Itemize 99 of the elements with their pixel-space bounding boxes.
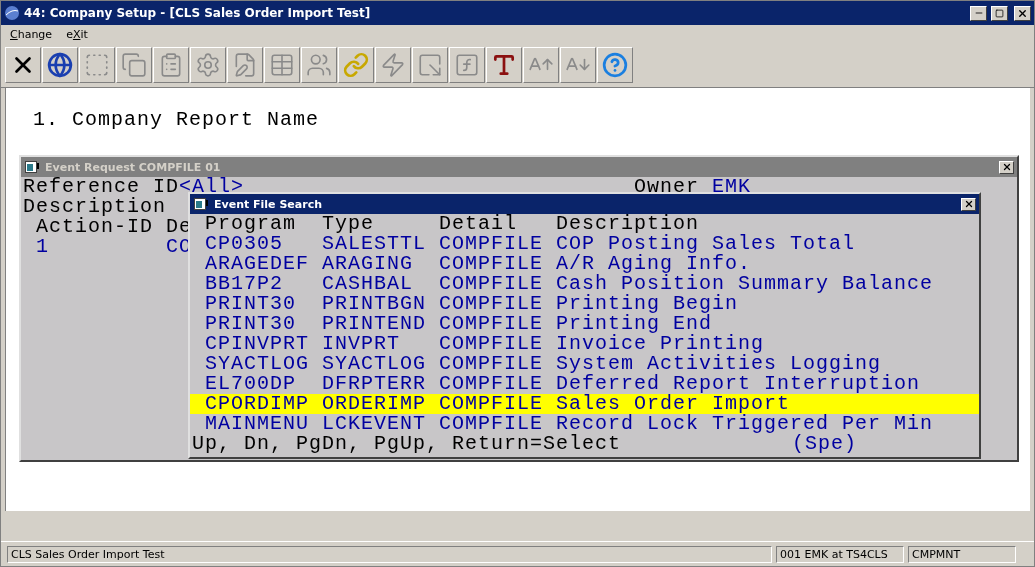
column-header: Program xyxy=(205,214,297,234)
table-cell-text: BB17P2 xyxy=(205,274,284,294)
column-header: Type xyxy=(322,214,375,234)
field-label: Description xyxy=(23,197,167,217)
menu-item[interactable]: Change xyxy=(10,27,53,41)
key-hint: Up, Dn, PgDn, PgUp, Return=Select xyxy=(192,434,623,454)
table-cell-text: Printing Begin xyxy=(556,294,739,314)
copy-icon xyxy=(121,52,147,78)
table-icon xyxy=(269,52,295,78)
table-cell-text: A/R Aging Info. xyxy=(556,254,753,274)
window-title: 44: Company Setup - [CLS Sales Order Import Test] xyxy=(24,6,372,20)
field-label: Owner xyxy=(634,177,699,197)
field-label: Reference ID xyxy=(23,177,179,197)
status-pane: CMPMNT xyxy=(908,545,1016,563)
list-row[interactable]: PRINT30 PRINTBGN COMPFILE Printing Begin xyxy=(190,294,979,314)
field-value: EMK xyxy=(712,177,752,197)
toolbar-button[interactable] xyxy=(486,47,522,83)
menu-item[interactable]: eXit xyxy=(66,27,88,41)
table-cell-text: PRINT30 xyxy=(205,294,297,314)
list-row[interactable]: CPINVPRT INVPRT COMPFILE Invoice Printing xyxy=(190,334,979,354)
toolbar-button[interactable] xyxy=(42,47,78,83)
table-cell-text: Record Lock Triggered Per Min xyxy=(556,414,935,434)
close-icon xyxy=(1001,162,1012,172)
status-pane: CLS Sales Order Import Test xyxy=(7,545,772,563)
table-cell-text: PRINT30 xyxy=(205,314,297,334)
list-row[interactable]: BB17P2 CASHBAL COMPFILE Cash Position Summary Balance xyxy=(190,274,979,294)
close-button[interactable] xyxy=(1014,5,1031,21)
table-cell-text: Sales Order Import xyxy=(556,394,791,414)
maximize-button[interactable] xyxy=(991,5,1008,21)
list-row[interactable]: MAINMENU LCKEVENT COMPFILE Record Lock Triggered Per Min xyxy=(190,414,979,434)
table-cell-text: SYACTLOG xyxy=(322,354,427,374)
table-cell-text: SALESTTL xyxy=(322,234,427,254)
table-cell-text: MAINMENU xyxy=(205,414,310,434)
table-cell-text: COMPFILE xyxy=(439,254,544,274)
table-cell-text: COMPFILE xyxy=(439,394,544,414)
table-cell-text: INVPRT xyxy=(322,334,401,354)
users-icon xyxy=(306,52,332,78)
table-cell-text: CP0305 xyxy=(205,234,283,254)
column-header: Detail xyxy=(439,214,518,234)
settings-icon xyxy=(195,52,221,78)
list-row[interactable]: ARAGEDEF ARAGING COMPFILE A/R Aging Info. xyxy=(190,254,979,274)
dialog-title: Event File Search xyxy=(214,197,323,211)
list-row[interactable]: EL700DP DFRPTERR COMPFILE Deferred Report Interruption xyxy=(190,374,979,394)
lightning-icon xyxy=(380,52,406,78)
table-cell-text: COMPFILE xyxy=(439,414,543,434)
table-cell-text: Deferred Report Interruption xyxy=(556,374,922,394)
table-cell-text: System Activities Logging xyxy=(556,354,882,374)
table-cell-text: Cash Position Summary Balance xyxy=(556,274,935,294)
list-row[interactable]: CP0305 SALESTTL COMPFILE COP Posting Sales Total xyxy=(190,234,979,254)
close-icon xyxy=(963,199,974,209)
dialog-title: Event Request COMPFILE 01 xyxy=(45,160,222,174)
table-cell-text: COMPFILE xyxy=(439,274,544,294)
close-button[interactable] xyxy=(999,160,1014,174)
table-cell-text: 1 xyxy=(36,237,50,257)
dashed-square-icon xyxy=(84,52,110,78)
table-cell-text: CPINVPRT xyxy=(205,334,310,354)
table-cell-text: CASHBAL xyxy=(322,274,414,294)
table-cell-text: ARAGEDEF xyxy=(205,254,310,274)
table-cell-text: ORDERIMP xyxy=(322,394,427,414)
maximize-icon xyxy=(995,8,1004,18)
table-cell-text: COMPFILE xyxy=(439,354,544,374)
table-cell-text: SYACTLOG xyxy=(205,354,310,374)
help-icon xyxy=(602,52,628,78)
app-icon xyxy=(4,5,20,21)
globe-icon xyxy=(47,52,73,78)
status-pane: 001 EMK at TS4CLS xyxy=(776,545,904,563)
table-cell-text: EL700DP xyxy=(205,374,297,394)
column-header: Action-ID xyxy=(36,217,154,237)
window-arrow-icon xyxy=(417,52,443,78)
table-cell-text: Invoice Printing xyxy=(556,334,765,354)
table-cell-text: COMPFILE xyxy=(439,334,544,354)
table-cell-text: PRINTBGN xyxy=(322,294,427,314)
close-icon xyxy=(1017,7,1028,19)
table-cell-text: DFRPTERR xyxy=(322,374,427,394)
table-cell-text: COP Posting Sales Total xyxy=(556,234,857,254)
list-row[interactable]: PRINT30 PRINTEND COMPFILE Printing End xyxy=(190,314,979,334)
table-cell-text: COMPFILE xyxy=(439,314,544,334)
minimize-button[interactable] xyxy=(970,5,987,21)
table-cell-text: ARAGING xyxy=(322,254,414,274)
table-cell-text: PRINTEND xyxy=(322,314,427,334)
toolbar-button[interactable] xyxy=(5,47,41,83)
function-icon xyxy=(454,52,480,78)
window-icon xyxy=(194,198,208,210)
list-row[interactable]: SYACTLOG SYACTLOG COMPFILE System Activities Logging xyxy=(190,354,979,374)
window-icon xyxy=(25,161,39,173)
list-row[interactable]: CPORDIMP ORDERIMP COMPFILE Sales Order Import xyxy=(190,394,979,414)
table-cell-text: LCKEVENT xyxy=(322,414,427,434)
field-value: <All> xyxy=(179,177,245,197)
column-header: Description xyxy=(556,214,701,234)
screen-line: 1. Company Report Name xyxy=(33,110,320,130)
close-button[interactable] xyxy=(961,197,976,211)
table-cell-text: COMPFILE xyxy=(439,294,544,314)
font-icon xyxy=(491,52,517,78)
table-cell-text: CPORDIMP xyxy=(205,394,310,414)
table-cell-text: COMPFILE xyxy=(439,234,544,254)
table-cell-text: Printing End xyxy=(556,314,713,334)
chain-icon xyxy=(343,52,369,78)
key-hint: (Spe) xyxy=(792,434,857,454)
table-cell-text: COMPFILE xyxy=(439,374,544,394)
